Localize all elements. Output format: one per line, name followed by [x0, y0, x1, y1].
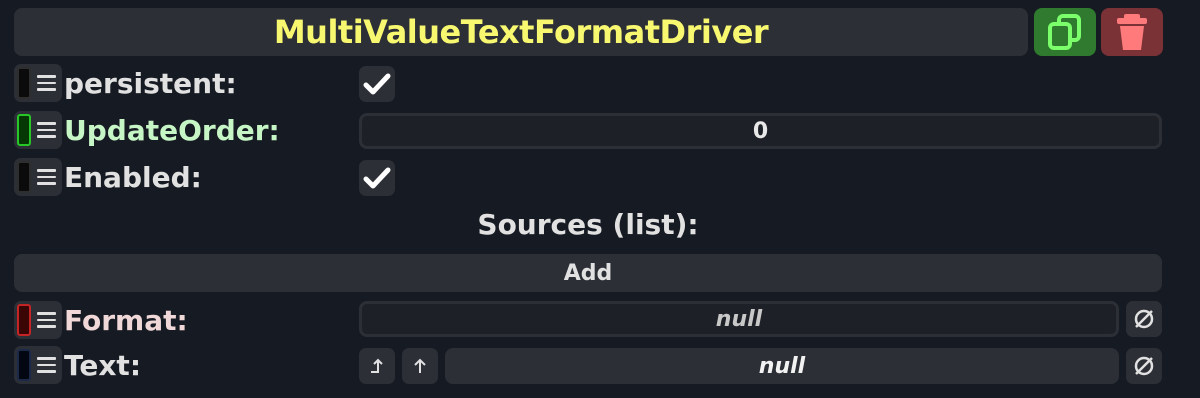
type-swatch	[17, 304, 31, 336]
type-swatch	[17, 349, 31, 381]
check-icon	[363, 167, 391, 189]
delete-button[interactable]	[1101, 8, 1163, 56]
persistent-label: persistent:	[64, 66, 237, 100]
add-source-button[interactable]: Add	[14, 254, 1162, 292]
type-swatch	[17, 114, 31, 146]
type-swatch	[17, 161, 31, 193]
null-set-icon	[1134, 309, 1154, 329]
menu-icon	[37, 122, 56, 138]
menu-icon	[37, 75, 56, 91]
persistent-checkbox[interactable]	[359, 66, 395, 102]
update-order-label: UpdateOrder:	[64, 113, 280, 147]
menu-icon	[37, 312, 56, 328]
menu-icon	[37, 169, 56, 185]
format-reference-field[interactable]: null	[359, 301, 1119, 337]
check-icon	[363, 73, 391, 95]
sources-list-title: Sources (list):	[477, 207, 699, 241]
enabled-handle[interactable]	[14, 158, 62, 196]
duplicate-button[interactable]	[1034, 8, 1096, 56]
text-label: Text:	[64, 348, 142, 382]
menu-icon	[37, 357, 56, 373]
copy-icon	[1048, 14, 1081, 50]
text-handle[interactable]	[14, 346, 62, 384]
format-handle[interactable]	[14, 301, 62, 339]
trash-icon	[1117, 14, 1147, 50]
enabled-label: Enabled:	[64, 160, 202, 194]
update-order-input[interactable]: 0	[359, 113, 1162, 149]
enabled-checkbox[interactable]	[359, 160, 395, 196]
component-title: MultiValueTextFormatDriver	[14, 8, 1028, 56]
text-value: null	[758, 353, 806, 379]
arrow-up-icon	[414, 358, 426, 373]
jump-to-source-button[interactable]	[359, 348, 395, 384]
null-set-icon	[1134, 356, 1154, 376]
clear-text-button[interactable]	[1126, 348, 1162, 384]
format-label: Format:	[64, 303, 188, 337]
return-up-icon	[371, 358, 383, 373]
go-to-parent-button[interactable]	[402, 348, 438, 384]
type-swatch	[17, 67, 31, 99]
text-reference-field[interactable]: null	[445, 348, 1119, 384]
persistent-handle[interactable]	[14, 64, 62, 102]
format-value: null	[715, 306, 763, 332]
clear-format-button[interactable]	[1126, 301, 1162, 337]
update-order-handle[interactable]	[14, 111, 62, 149]
